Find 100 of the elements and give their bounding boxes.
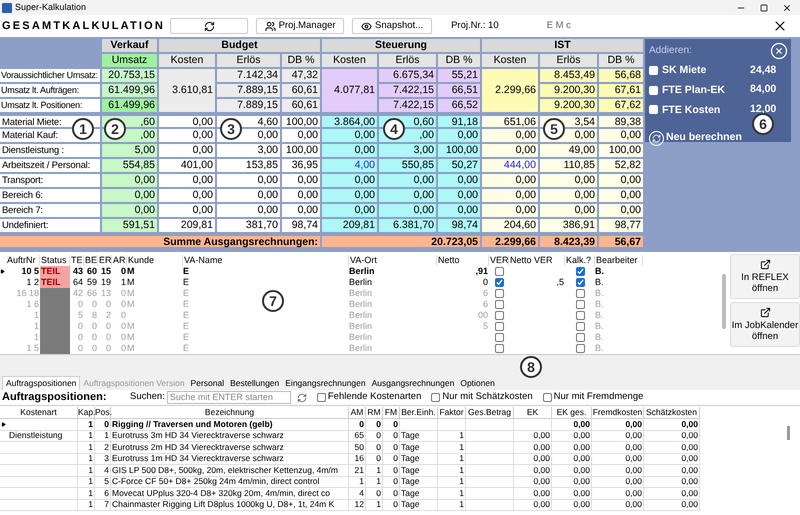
column-header: Ges.Betrag bbox=[466, 407, 514, 418]
search-field[interactable]: Suche mit ENTER starten bbox=[166, 391, 291, 404]
table-cell: 1 bbox=[459, 464, 464, 475]
table-cell[interactable]: 1 2 bbox=[26, 277, 39, 287]
table-cell: 1 bbox=[459, 488, 464, 498]
table-cell: 0 bbox=[359, 418, 364, 429]
column-header: FM bbox=[383, 407, 400, 418]
table-cell: 1 bbox=[88, 488, 93, 498]
checkbox[interactable] bbox=[576, 344, 584, 353]
checkbox[interactable] bbox=[576, 311, 584, 320]
table-cell: 0,00 bbox=[379, 174, 436, 187]
refresh-icon[interactable] bbox=[296, 392, 307, 402]
table-cell: 7.142,34 bbox=[217, 69, 280, 82]
table-cell: 0,00 bbox=[599, 204, 643, 217]
table-cell: 0,00 bbox=[681, 488, 698, 498]
table-cell: 0,00 bbox=[217, 189, 280, 202]
checkbox[interactable] bbox=[494, 311, 504, 320]
checkbox[interactable] bbox=[576, 278, 584, 287]
project-name: E M c bbox=[546, 18, 571, 33]
row-label: Transport: bbox=[0, 174, 100, 187]
checkbox[interactable] bbox=[494, 289, 504, 298]
checkbox[interactable] bbox=[494, 333, 504, 342]
table-cell: 1 bbox=[459, 499, 464, 510]
option-value: 84,00 bbox=[750, 82, 776, 98]
checkbox[interactable] bbox=[494, 344, 504, 353]
table-cell: 56,67 bbox=[599, 236, 643, 247]
checkbox[interactable] bbox=[316, 393, 326, 402]
table-cell: 52,82 bbox=[599, 159, 643, 172]
table-cell: 0,00 bbox=[159, 204, 215, 217]
checkbox[interactable] bbox=[576, 300, 584, 309]
table-cell: 0,00 bbox=[533, 499, 550, 510]
table-cell: Berlin bbox=[349, 321, 372, 331]
column-group-header: IST bbox=[482, 39, 643, 52]
recalculate-button[interactable]: Neu berechnen bbox=[649, 130, 742, 146]
tab[interactable]: Bestellungen bbox=[227, 376, 282, 390]
checkbox[interactable] bbox=[576, 289, 584, 298]
table-cell: 47,32 bbox=[282, 69, 320, 82]
table-cell: 13 bbox=[100, 288, 111, 298]
tab[interactable]: Auftragspositionen bbox=[2, 376, 80, 390]
checkbox[interactable] bbox=[576, 267, 584, 276]
table-cell[interactable]: 10 5 bbox=[21, 266, 39, 276]
table-cell: 60 bbox=[86, 266, 97, 276]
table-cell: 0 bbox=[92, 332, 97, 342]
checkbox[interactable] bbox=[494, 300, 504, 309]
column-header: EK bbox=[514, 407, 552, 418]
table-cell: E bbox=[183, 277, 190, 287]
manager-button[interactable]: Proj.Manager bbox=[256, 18, 344, 34]
table-cell: 0,00 bbox=[159, 116, 215, 127]
refresh-button[interactable] bbox=[170, 18, 248, 34]
table-cell: 100,00 bbox=[282, 144, 320, 157]
table-cell: 6 bbox=[482, 299, 488, 309]
table-cell: B. bbox=[595, 288, 604, 298]
open-button[interactable]: Im JobKalender öffnen bbox=[730, 302, 800, 347]
checkbox[interactable] bbox=[494, 267, 504, 276]
table-cell: E bbox=[183, 299, 190, 309]
maximize-icon[interactable] bbox=[760, 4, 768, 12]
table-cell: 2 bbox=[106, 310, 111, 320]
table-cell: Berlin bbox=[349, 288, 372, 298]
checkbox[interactable] bbox=[494, 278, 504, 287]
status-cell: TEIL bbox=[40, 266, 70, 277]
table-cell: 0,00 bbox=[599, 129, 643, 142]
refresh-icon bbox=[649, 130, 664, 146]
table-cell: Tage bbox=[401, 488, 420, 498]
tab[interactable]: Personal bbox=[188, 376, 228, 390]
table-cell: 21 bbox=[354, 464, 364, 475]
table-cell: 0,00 bbox=[573, 453, 590, 464]
table-cell: 0 bbox=[92, 321, 97, 331]
table-cell: 15 bbox=[100, 266, 111, 276]
table-cell: 0,00 bbox=[438, 129, 480, 142]
column-header: Netto bbox=[437, 255, 489, 266]
table-cell: 7.889,15 bbox=[217, 99, 280, 112]
checkbox[interactable] bbox=[494, 322, 504, 331]
close-icon[interactable] bbox=[782, 2, 792, 12]
table-cell: B. bbox=[595, 266, 604, 276]
table-cell: 0 bbox=[376, 453, 381, 464]
tab[interactable]: Eingangsrechnungen bbox=[282, 376, 369, 390]
table-cell: B. bbox=[595, 343, 604, 353]
tab[interactable]: Optionen bbox=[457, 376, 498, 390]
table-cell: 0 bbox=[78, 332, 83, 342]
snapshot-button[interactable]: Snapshot... bbox=[352, 18, 432, 34]
page-title: GESAMTKALKULATION bbox=[2, 18, 166, 34]
table-cell: 1 bbox=[359, 476, 364, 486]
open-button[interactable]: In REFLEX öffnen bbox=[730, 254, 800, 299]
checkbox[interactable] bbox=[576, 322, 584, 331]
table-cell: 554,85 bbox=[102, 159, 157, 172]
checkbox[interactable] bbox=[431, 393, 440, 402]
column-header: DB % bbox=[599, 54, 643, 67]
table-cell: 2 bbox=[104, 442, 109, 452]
table-cell: 100,00 bbox=[438, 144, 480, 157]
checkbox[interactable] bbox=[576, 333, 584, 342]
column-header: Schätzkosten bbox=[644, 407, 700, 418]
table-cell: 0 bbox=[106, 332, 111, 342]
table-cell: Movecat UPplus 320-4 D8+ 320kg 20m, 4m/min, direct co bbox=[112, 488, 330, 498]
table-cell: Berlin bbox=[349, 332, 372, 342]
tab[interactable]: Ausgangsrechnungen bbox=[368, 376, 458, 390]
table-cell: Berlin bbox=[349, 277, 372, 287]
table-cell: 0,00 bbox=[322, 189, 377, 202]
checkbox[interactable] bbox=[542, 393, 552, 402]
table-cell: 0,00 bbox=[533, 476, 550, 486]
table-cell: 0,00 bbox=[159, 189, 215, 202]
